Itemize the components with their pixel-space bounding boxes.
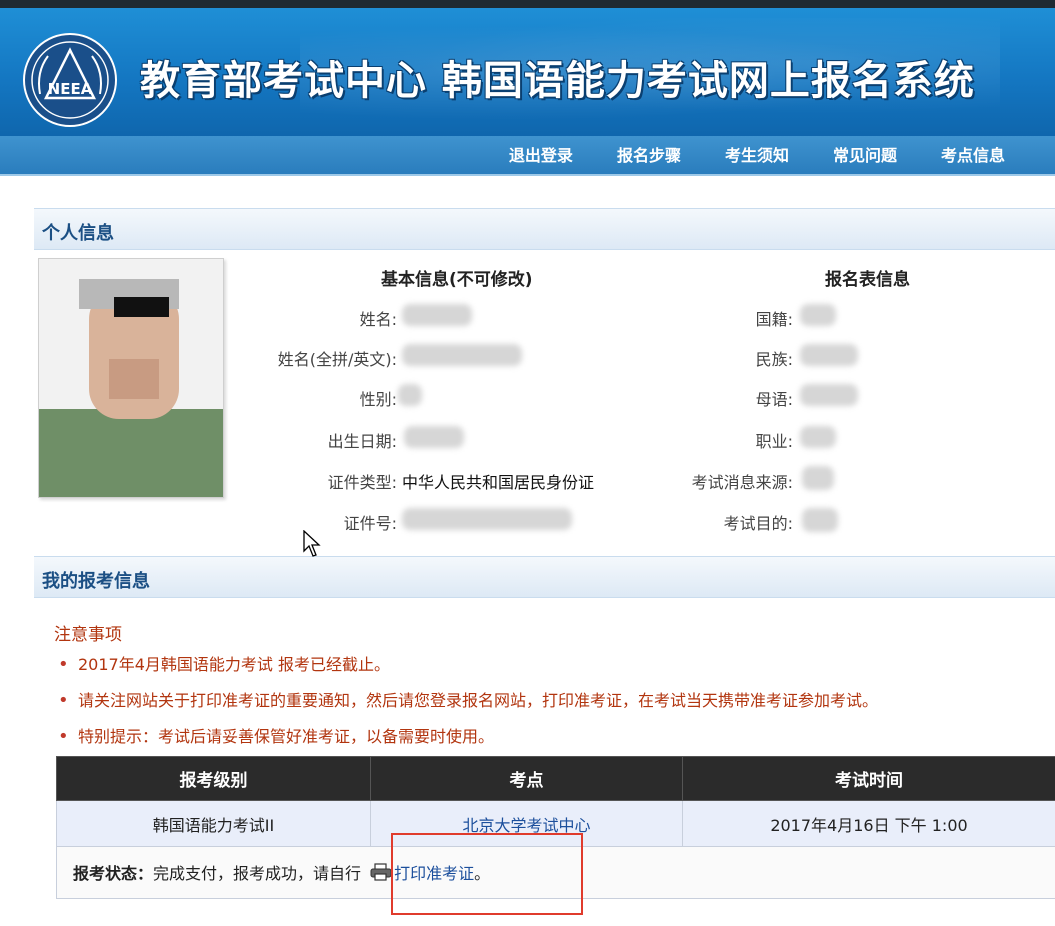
field-label-id-number: 证件号: (343, 514, 397, 533)
field-label-pinyin-name: 姓名(全拼/英文): (277, 350, 397, 369)
basic-info-title: 基本信息(不可修改) (381, 270, 533, 290)
personal-info-title: 个人信息 (42, 223, 114, 244)
redacted-value (404, 426, 464, 448)
redacted-value (402, 508, 572, 530)
svg-text:NEEA: NEEA (48, 80, 93, 98)
redacted-value (402, 344, 522, 366)
my-registration-header: 我的报考信息 (34, 556, 1055, 598)
nav-faq[interactable]: 常见问题 (811, 136, 919, 176)
field-label-occupation: 职业: (755, 432, 793, 451)
notice-item: 2017年4月韩国语能力考试 报考已经截止。 (58, 650, 878, 686)
table-header-row: 报考级别 考点 考试时间 (56, 756, 1055, 801)
field-label-nationality: 国籍: (755, 310, 793, 329)
field-value-id-type: 中华人民共和国居民身份证 (402, 473, 595, 492)
col-header-level: 报考级别 (56, 756, 371, 801)
redacted-value (800, 384, 858, 406)
notice-title: 注意事项 (54, 625, 122, 645)
highlight-box (391, 833, 583, 915)
col-header-center: 考点 (370, 756, 683, 801)
nav-registration-steps[interactable]: 报名步骤 (595, 136, 703, 176)
top-strip (0, 0, 1055, 8)
field-label-info-source: 考试消息来源: (691, 473, 793, 492)
printer-icon[interactable] (370, 863, 392, 885)
field-label-id-type: 证件类型: (327, 473, 397, 492)
redacted-value (802, 466, 834, 490)
field-label-ethnicity: 民族: (755, 350, 793, 369)
redacted-value (802, 508, 838, 532)
field-label-gender: 性别: (359, 390, 397, 409)
nav-logout[interactable]: 退出登录 (487, 136, 595, 176)
notice-item: 特别提示：考试后请妥善保管好准考证，以备需要时使用。 (58, 722, 878, 758)
field-label-birthdate: 出生日期: (327, 432, 397, 451)
cell-level: 韩国语能力考试II (56, 800, 371, 847)
status-text: 完成支付，报考成功，请自行 (153, 863, 362, 883)
nav-candidate-notice[interactable]: 考生须知 (703, 136, 811, 176)
field-label-native-language: 母语: (755, 390, 793, 409)
nav-bar: 退出登录 报名步骤 考生须知 常见问题 考点信息 (0, 136, 1055, 176)
mouse-cursor-icon (303, 530, 321, 557)
field-label-exam-purpose: 考试目的: (723, 514, 793, 533)
redacted-value (800, 304, 836, 326)
redacted-value (800, 344, 858, 366)
photo-image (39, 259, 223, 497)
my-registration-title: 我的报考信息 (42, 571, 150, 592)
personal-info-header: 个人信息 (34, 208, 1055, 250)
cell-time: 2017年4月16日 下午 1:00 (682, 800, 1055, 847)
neea-logo: NEEA (23, 33, 117, 127)
nav-menu: 退出登录 报名步骤 考生须知 常见问题 考点信息 (487, 136, 1027, 176)
candidate-photo (38, 258, 224, 498)
site-header: NEEA 教育部考试中心 韩国语能力考试网上报名系统 (0, 8, 1055, 136)
field-label-name: 姓名: (359, 310, 397, 329)
redacted-value (402, 304, 472, 326)
redacted-value (800, 426, 836, 448)
status-label: 报考状态： (73, 863, 154, 883)
form-info-title: 报名表信息 (825, 270, 910, 290)
nav-test-center-info[interactable]: 考点信息 (919, 136, 1027, 176)
redacted-value (398, 384, 422, 406)
notice-list: 2017年4月韩国语能力考试 报考已经截止。 请关注网站关于打印准考证的重要通知… (58, 650, 878, 758)
notice-item: 请关注网站关于打印准考证的重要通知，然后请您登录报名网站，打印准考证，在考试当天… (58, 686, 878, 722)
site-title: 教育部考试中心 韩国语能力考试网上报名系统 (140, 58, 975, 104)
col-header-time: 考试时间 (682, 756, 1055, 801)
